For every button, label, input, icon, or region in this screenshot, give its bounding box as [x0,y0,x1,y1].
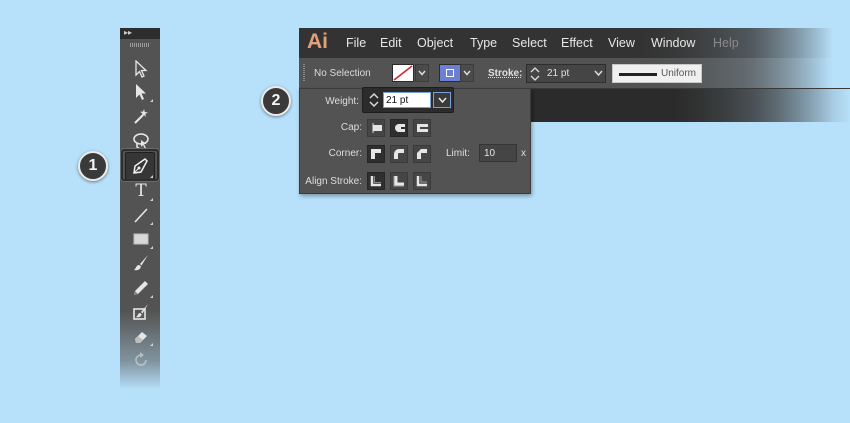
chevron-down-icon [437,97,447,103]
miter-join-button[interactable] [367,145,385,163]
menu-window[interactable]: Window [651,36,695,50]
step-callout-2: 2 [261,86,291,116]
profile-label: Uniform [661,68,697,79]
weight-input[interactable] [383,92,431,108]
pencil-tool[interactable] [128,277,154,299]
direct-selection-tool[interactable] [128,81,154,103]
pen-tool-highlight [121,149,159,181]
stroke-swatch[interactable] [439,64,461,82]
type-tool-icon: T [135,181,147,201]
panel-grip[interactable] [130,43,150,47]
tool-flyout-indicator [150,343,153,346]
eraser-tool-icon [135,332,147,343]
rotate-tool-icon [135,352,147,366]
bevel-join-icon [417,149,427,159]
weight-label: Weight: [325,96,359,107]
magic-wand-tool[interactable] [128,105,154,127]
align-stroke-outside-icon [416,176,427,187]
profile-preview-line [619,73,657,76]
align-outside-button[interactable] [413,172,431,190]
tool-flyout-indicator [150,222,153,225]
tool-flyout-indicator [150,99,153,102]
stroke-swatch-indicator [446,69,454,77]
menu-select[interactable]: Select [512,36,547,50]
round-cap-button[interactable] [390,119,408,137]
chevron-down-icon[interactable] [594,68,603,78]
stroke-weight-value: 21 pt [547,68,570,79]
menu-object[interactable]: Object [417,36,453,50]
round-join-button[interactable] [390,145,408,163]
weight-field[interactable] [362,87,454,113]
tool-flyout-indicator [150,295,153,298]
selection-tool-icon [135,60,148,78]
selection-status: No Selection [314,68,371,79]
projecting-cap-icon [417,124,428,132]
chevron-down-icon [463,70,471,76]
menu-type[interactable]: Type [470,36,497,50]
rotate-tool[interactable] [128,349,154,371]
menu-view[interactable]: View [608,36,635,50]
line-segment-tool-icon [134,208,148,223]
line-segment-tool[interactable] [128,204,154,226]
lasso-tool-icon [133,133,149,150]
align-stroke-center-icon [370,176,381,187]
selection-tool[interactable] [128,58,154,80]
tool-flyout-indicator [150,198,153,201]
eraser-tool[interactable] [128,325,154,347]
variable-width-profile[interactable]: Uniform [612,64,702,83]
app-logo: Ai [307,30,328,53]
type-tool[interactable]: T [128,180,154,202]
fill-dropdown[interactable] [415,64,429,82]
rectangle-tool[interactable] [128,228,154,250]
document-tab-strip [531,89,850,122]
menu-effect[interactable]: Effect [561,36,593,50]
limit-unit: x [521,148,526,159]
blob-brush-tool[interactable] [128,301,154,323]
menu-bar: Ai File Edit Object Type Select Effect V… [299,28,850,58]
tool-flyout-indicator [150,246,153,249]
stroke-weight-control[interactable]: 21 pt [526,64,606,83]
align-center-button[interactable] [367,172,385,190]
step-callout-1: 1 [78,151,108,181]
bevel-join-button[interactable] [413,145,431,163]
fill-swatch[interactable] [392,64,414,82]
align-inside-button[interactable] [390,172,408,190]
rectangle-tool-icon [133,233,149,245]
weight-dropdown[interactable] [433,92,451,108]
paintbrush-tool-icon [134,255,148,271]
chevron-down-icon [418,70,426,76]
align-stroke-label: Align Stroke: [305,176,362,187]
control-bar-grip[interactable] [303,64,305,82]
menu-file[interactable]: File [346,36,366,50]
limit-label: Limit: [446,148,470,159]
pencil-tool-icon [134,281,148,295]
round-join-icon [394,149,404,159]
tools-panel: ▸▸ T [120,28,160,390]
menu-help[interactable]: Help [713,36,739,50]
align-stroke-inside-icon [393,176,404,187]
blob-brush-tool-icon [133,304,148,320]
control-bar: No Selection Stroke: 21 pt Uniform [299,58,850,89]
butt-cap-button[interactable] [367,119,385,137]
tools-panel-header[interactable]: ▸▸ [120,28,160,39]
miter-limit-input[interactable]: 10 [479,144,517,162]
stepper-arrows-icon[interactable] [529,66,541,82]
cap-label: Cap: [340,122,362,133]
miter-join-icon [371,149,381,159]
collapse-panel-icon[interactable]: ▸▸ [124,28,132,38]
butt-cap-icon [372,123,382,133]
direct-selection-tool-icon [136,84,146,100]
paintbrush-tool[interactable] [128,252,154,274]
stroke-panel: Weight: Cap: Corner: Limit: 10 x Align S… [299,87,531,194]
stroke-panel-link[interactable]: Stroke: [488,68,522,79]
magic-wand-tool-icon [134,109,148,124]
stepper-arrows-icon[interactable] [367,91,381,109]
corner-label: Corner: [328,148,362,159]
stroke-color-dropdown[interactable] [460,64,474,82]
round-cap-icon [395,124,405,132]
menu-edit[interactable]: Edit [380,36,402,50]
projecting-cap-button[interactable] [413,119,431,137]
no-fill-icon [393,65,413,81]
